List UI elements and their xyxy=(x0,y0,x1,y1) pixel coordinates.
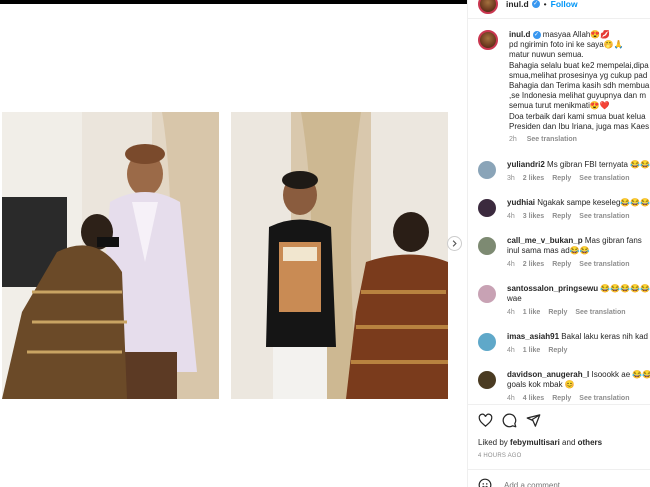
caption-see-translation[interactable]: See translation xyxy=(527,136,577,143)
comment-item: imas_asiah91 Bakal laku keras nih kad 4h… xyxy=(478,332,650,356)
comment-likes[interactable]: 1 like xyxy=(523,309,541,316)
post-caption: inul.d ✓ masyaa Allah😍💋 pd ngirimin foto… xyxy=(478,30,650,145)
comment-text: 😂😂😂😂😂 xyxy=(600,284,650,293)
comment-likes[interactable]: 3 likes xyxy=(523,213,544,220)
comment-text-continued: inul sama mas ad😂😂 xyxy=(507,246,590,256)
commenter-avatar[interactable] xyxy=(478,199,496,217)
photo-groom-fitting xyxy=(2,112,219,399)
reply-button[interactable]: Reply xyxy=(552,395,571,402)
comment-time: 3h xyxy=(507,175,515,183)
separator-dot: • xyxy=(543,0,547,9)
verified-icon: ✓ xyxy=(531,0,540,8)
post-time-ago: 4 HOURS AGO xyxy=(478,453,522,459)
caption-line: Bahagia selalu buat ke2 mempelai,dipa xyxy=(509,60,649,70)
comment-text: Isoookk ae 😂😂 xyxy=(591,370,650,379)
caption-line: Doa terbaik dari kami smua buat kelua xyxy=(509,111,646,121)
caption-line: matur nuwun semua. xyxy=(509,50,584,60)
share-icon[interactable] xyxy=(526,413,541,428)
comment-likes[interactable]: 4 likes xyxy=(523,395,544,402)
liked-by-prefix: Liked by xyxy=(478,438,511,447)
comment-likes[interactable]: 2 likes xyxy=(523,175,544,182)
comment-time: 4h xyxy=(507,213,515,221)
author-avatar[interactable] xyxy=(478,0,498,14)
comment-likes[interactable]: 1 like xyxy=(523,347,541,354)
comment-text: Bakal laku keras nih kad xyxy=(561,332,648,341)
heart-icon[interactable] xyxy=(478,413,493,428)
caption-line: masyaa Allah😍💋 xyxy=(542,30,611,39)
post-panel: inul.d ✓ • Follow inul.d ✓ masyaa Allah😍… xyxy=(467,0,650,487)
comment-box-divider xyxy=(468,469,650,470)
see-translation-button[interactable]: See translation xyxy=(579,213,629,220)
see-translation-button[interactable]: See translation xyxy=(579,175,629,182)
see-translation-button[interactable]: See translation xyxy=(575,309,625,316)
reply-button[interactable]: Reply xyxy=(552,175,571,182)
carousel-next-button[interactable] xyxy=(447,236,462,251)
caption-line: semua turut menikmati😍❤️ xyxy=(509,101,610,111)
reply-button[interactable]: Reply xyxy=(548,309,567,316)
post-actions xyxy=(478,413,541,428)
author-username[interactable]: inul.d xyxy=(506,0,529,9)
comment-username[interactable]: imas_asiah91 xyxy=(507,332,559,341)
commenter-avatar[interactable] xyxy=(478,161,496,179)
comment-username[interactable]: davidson_anugerah_l xyxy=(507,370,589,379)
reply-button[interactable]: Reply xyxy=(548,347,567,354)
caption-line: Presiden dan Ibu Iriana, juga mas Kaes xyxy=(509,121,650,131)
caption-line: pd ngirimin foto ini ke saya🤭🙏 xyxy=(509,40,624,50)
liked-by-and: and xyxy=(559,438,578,447)
caption-line: smua,melihat prosesinya yg cukup pad xyxy=(509,70,648,80)
comment-text: Ngakak sampe keseleg😂😂😂 xyxy=(537,198,650,207)
comment-item: santossalon_pringsewu 😂😂😂😂😂 wae 4h 1 like… xyxy=(478,284,650,319)
comment-icon[interactable] xyxy=(502,413,517,428)
header-divider xyxy=(468,18,650,19)
commenter-avatar[interactable] xyxy=(478,371,496,389)
caption-time: 2h xyxy=(509,136,517,144)
comment-time: 4h xyxy=(507,347,515,355)
comment-username[interactable]: call_me_v_bukan_p xyxy=(507,236,583,245)
reply-button[interactable]: Reply xyxy=(552,261,571,268)
comment-item: call_me_v_bukan_p Mas gibran fans inul s… xyxy=(478,236,650,271)
add-comment-input[interactable] xyxy=(504,480,624,487)
verified-icon: ✓ xyxy=(532,30,541,39)
see-translation-button[interactable]: See translation xyxy=(579,261,629,268)
comment-time: 4h xyxy=(507,309,515,317)
post-header: inul.d ✓ • Follow xyxy=(468,0,650,14)
add-comment-row xyxy=(478,478,624,487)
liked-by-others[interactable]: others xyxy=(578,438,602,447)
actions-divider xyxy=(468,404,650,405)
see-translation-button[interactable]: See translation xyxy=(579,395,629,402)
comment-item: yudhiai Ngakak sampe keseleg😂😂😂 4h 3 like… xyxy=(478,198,650,222)
comment-time: 4h xyxy=(507,261,515,269)
comment-text-continued: wae xyxy=(507,294,522,304)
commenter-avatar[interactable] xyxy=(478,333,496,351)
comment-text-continued: goals kok mbak 😊 xyxy=(507,380,575,390)
comment-username[interactable]: yudhiai xyxy=(507,198,535,207)
comment-username[interactable]: santossalon_pringsewu xyxy=(507,284,598,293)
caption-avatar[interactable] xyxy=(478,30,498,50)
commenter-avatar[interactable] xyxy=(478,285,496,303)
liked-by-user[interactable]: febymultisari xyxy=(510,438,560,447)
emoji-icon[interactable] xyxy=(478,478,492,487)
caption-line: Bahagia dan Terima kasih sdh membua xyxy=(509,81,650,91)
caption-line: ,se Indonesia melihat guyupnya dan m xyxy=(509,91,646,101)
commenter-avatar[interactable] xyxy=(478,237,496,255)
caption-username[interactable]: inul.d xyxy=(509,30,530,39)
photo-gibran-shirt xyxy=(231,112,448,399)
post-media xyxy=(0,4,467,487)
chevron-right-icon xyxy=(452,240,457,247)
comment-item: davidson_anugerah_l Isoookk ae 😂😂 goals … xyxy=(478,370,650,405)
comment-time: 4h xyxy=(507,395,515,403)
follow-button[interactable]: Follow xyxy=(551,0,578,9)
comment-text: Mas gibran fans xyxy=(584,236,642,245)
comment-text: Ms gibran FBI ternyata 😂😂 xyxy=(547,160,650,169)
liked-by: Liked by febymultisari and others xyxy=(478,438,602,447)
comment-likes[interactable]: 2 likes xyxy=(523,261,544,268)
comment-username[interactable]: yuliandri2 xyxy=(507,160,545,169)
reply-button[interactable]: Reply xyxy=(552,213,571,220)
comment-item: yuliandri2 Ms gibran FBI ternyata 😂😂 3h 2… xyxy=(478,160,650,184)
